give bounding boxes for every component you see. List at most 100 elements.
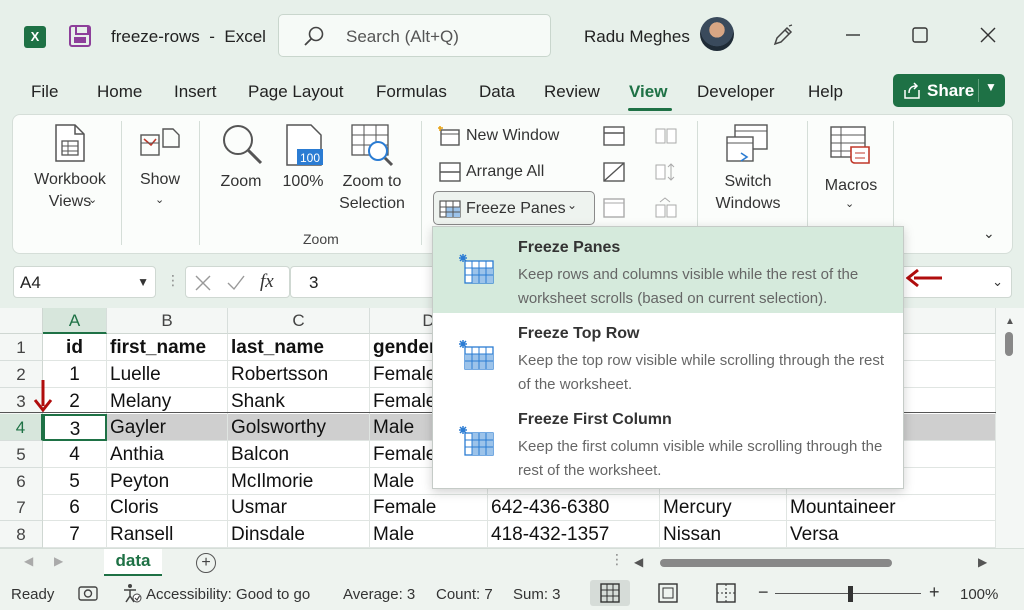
search-box[interactable]: Search (Alt+Q) — [278, 14, 551, 57]
select-all-corner[interactable] — [0, 308, 43, 334]
status-average[interactable]: Average: 3 — [343, 586, 415, 603]
macro-recording-icon[interactable] — [78, 584, 98, 602]
cell[interactable]: Gayler — [107, 414, 228, 441]
scroll-up-icon[interactable]: ▲ — [1005, 316, 1015, 327]
page-break-preview-button[interactable] — [706, 580, 746, 606]
tab-page-layout[interactable]: Page Layout — [248, 82, 343, 102]
zoom-level[interactable]: 100% — [960, 586, 998, 603]
enter-icon[interactable] — [226, 274, 246, 292]
cell[interactable]: Golsworthy — [228, 414, 370, 441]
horizontal-scroll-thumb[interactable] — [660, 559, 892, 567]
cancel-icon[interactable] — [194, 274, 212, 292]
status-accessibility[interactable]: Accessibility: Good to go — [146, 586, 310, 603]
chevron-down-icon[interactable]: ▼ — [985, 80, 997, 94]
vertical-scroll-thumb[interactable] — [1005, 332, 1013, 356]
sheet-tab-data[interactable]: data — [104, 549, 162, 577]
scroll-right-icon[interactable]: ▶ — [978, 555, 987, 569]
cell[interactable]: 418-432-1357 — [488, 521, 660, 548]
row-header[interactable]: 8 — [0, 521, 43, 548]
cell[interactable]: Dinsdale — [228, 521, 370, 548]
minimize-icon[interactable] — [838, 20, 868, 50]
cell[interactable]: 6 — [43, 494, 107, 521]
cell[interactable]: 7 — [43, 521, 107, 548]
zoom-100-button[interactable]: 100% — [279, 171, 327, 193]
row-header[interactable]: 5 — [0, 441, 43, 468]
tab-developer[interactable]: Developer — [697, 82, 775, 102]
avatar[interactable] — [700, 17, 734, 51]
tab-split-handle[interactable]: ⋮ — [610, 551, 624, 568]
menu-item-freeze-panes[interactable]: Freeze Panes Keep rows and columns visib… — [433, 227, 903, 313]
cell[interactable]: Cloris — [107, 494, 228, 521]
tab-file[interactable]: File — [31, 82, 58, 102]
cell[interactable]: Nissan — [660, 521, 787, 548]
workbook-views-button[interactable]: Workbook Views — [27, 169, 113, 213]
cell[interactable]: Male — [370, 521, 488, 548]
cell[interactable]: 5 — [43, 468, 107, 495]
vertical-scrollbar[interactable]: ▲ — [996, 308, 1024, 548]
cell[interactable]: McIlmorie — [228, 468, 370, 495]
tab-home[interactable]: Home — [97, 82, 142, 102]
cell[interactable]: Anthia — [107, 441, 228, 468]
cell[interactable]: Melany — [107, 388, 228, 415]
tab-formulas[interactable]: Formulas — [376, 82, 447, 102]
menu-item-freeze-first-column[interactable]: Freeze First Column Keep the first colum… — [433, 399, 903, 485]
scroll-left-icon[interactable]: ◀ — [634, 555, 643, 569]
normal-view-button[interactable] — [590, 580, 630, 606]
column-header-a[interactable]: A — [43, 308, 107, 334]
cell[interactable]: Luelle — [107, 361, 228, 388]
switch-windows-button[interactable]: Switch Windows — [703, 171, 793, 215]
status-count[interactable]: Count: 7 — [436, 586, 493, 603]
more-options-icon[interactable]: ⋮ — [166, 272, 180, 289]
zoom-slider-thumb[interactable] — [848, 586, 853, 602]
tab-help[interactable]: Help — [808, 82, 843, 102]
row-header[interactable]: 7 — [0, 494, 43, 521]
zoom-to-selection-button[interactable]: Zoom to Selection — [331, 171, 413, 215]
row-header-selected[interactable]: 4 — [0, 414, 43, 441]
new-window-button[interactable]: New Window — [466, 127, 559, 145]
hide-icon[interactable] — [602, 161, 626, 188]
chevron-down-icon[interactable]: ▼ — [137, 275, 149, 289]
expand-formula-icon[interactable]: ⌄ — [992, 274, 1003, 290]
menu-item-freeze-top-row[interactable]: Freeze Top Row Keep the top row visible … — [433, 313, 903, 399]
cell[interactable]: Shank — [228, 388, 370, 415]
tab-data[interactable]: Data — [479, 82, 515, 102]
row-header[interactable]: 6 — [0, 468, 43, 495]
zoom-in-icon[interactable]: + — [929, 582, 940, 603]
cell[interactable]: first_name — [107, 334, 228, 361]
maximize-icon[interactable] — [905, 20, 935, 50]
column-header-b[interactable]: B — [107, 308, 228, 334]
sheet-prev-icon[interactable]: ◀ — [24, 554, 33, 568]
cell[interactable]: Versa — [787, 521, 996, 548]
tab-view[interactable]: View — [629, 82, 667, 102]
share-button[interactable]: Share ▼ — [893, 74, 1005, 107]
add-sheet-button[interactable]: + — [196, 553, 216, 573]
cell[interactable]: Usmar — [228, 494, 370, 521]
pen-icon[interactable] — [771, 24, 795, 48]
cell[interactable]: Balcon — [228, 441, 370, 468]
tab-insert[interactable]: Insert — [174, 82, 217, 102]
tab-review[interactable]: Review — [544, 82, 600, 102]
cell[interactable]: Female — [370, 494, 488, 521]
zoom-button[interactable]: Zoom — [211, 171, 271, 193]
page-layout-view-button[interactable] — [648, 580, 688, 606]
cell[interactable]: Robertsson — [228, 361, 370, 388]
show-button[interactable]: Show — [131, 169, 189, 191]
name-box[interactable]: A4 ▼ — [13, 266, 156, 298]
cell[interactable]: last_name — [228, 334, 370, 361]
active-cell[interactable]: 3 — [43, 414, 107, 441]
cell[interactable]: Mountaineer — [787, 494, 996, 521]
cell[interactable]: Mercury — [660, 494, 787, 521]
accessibility-icon[interactable] — [122, 583, 142, 603]
cell[interactable]: Ransell — [107, 521, 228, 548]
split-icon[interactable] — [602, 125, 626, 152]
cell[interactable]: 4 — [43, 441, 107, 468]
arrange-all-button[interactable]: Arrange All — [466, 163, 544, 181]
sheet-next-icon[interactable]: ▶ — [54, 554, 63, 568]
status-sum[interactable]: Sum: 3 — [513, 586, 561, 603]
insert-function-icon[interactable]: fx — [260, 271, 274, 293]
cell[interactable]: Peyton — [107, 468, 228, 495]
ribbon-collapse-icon[interactable]: ⌄ — [983, 225, 995, 242]
close-icon[interactable] — [973, 20, 1003, 50]
save-icon[interactable] — [69, 25, 91, 47]
cell[interactable]: id — [43, 334, 107, 361]
